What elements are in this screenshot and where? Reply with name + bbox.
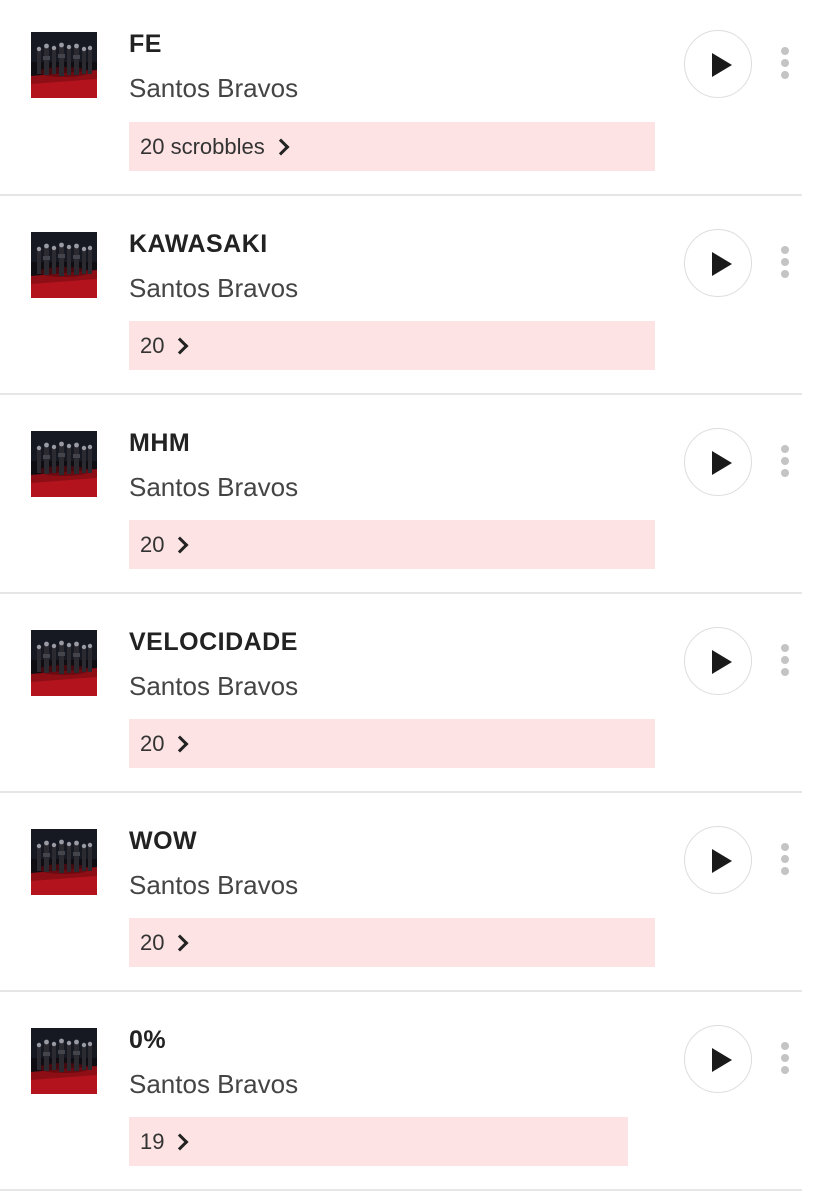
scrobble-count-bar[interactable]: 19 xyxy=(129,1117,628,1166)
album-cover[interactable] xyxy=(31,32,97,98)
more-options-button[interactable] xyxy=(774,642,796,680)
more-options-button[interactable] xyxy=(774,244,796,282)
play-button[interactable] xyxy=(684,826,752,894)
more-options-button[interactable] xyxy=(774,443,796,481)
track-artist[interactable]: Santos Bravos xyxy=(129,870,298,901)
chevron-right-icon xyxy=(171,934,189,952)
play-icon xyxy=(712,53,732,77)
track-row: WOW Santos Bravos 20 xyxy=(0,793,802,992)
more-vertical-icon xyxy=(781,843,789,851)
track-title[interactable]: MHM xyxy=(129,429,190,458)
more-vertical-icon xyxy=(781,1042,789,1050)
track-row: KAWASAKI Santos Bravos 20 xyxy=(0,196,802,395)
scrobble-count: 19 xyxy=(140,1128,165,1154)
album-cover[interactable] xyxy=(31,630,97,696)
play-icon xyxy=(712,849,732,873)
play-button[interactable] xyxy=(684,30,752,98)
play-button[interactable] xyxy=(684,1025,752,1093)
album-cover[interactable] xyxy=(31,431,97,497)
play-button[interactable] xyxy=(684,229,752,297)
track-title[interactable]: WOW xyxy=(129,827,197,856)
more-vertical-icon xyxy=(781,246,789,254)
chevron-right-icon xyxy=(272,138,290,156)
play-icon xyxy=(712,252,732,276)
track-artist[interactable]: Santos Bravos xyxy=(129,273,298,304)
scrobble-count: 20 scrobbles xyxy=(140,133,265,159)
track-artist[interactable]: Santos Bravos xyxy=(129,472,298,503)
track-title[interactable]: KAWASAKI xyxy=(129,230,268,259)
album-cover-image xyxy=(31,32,97,98)
album-cover-image xyxy=(31,829,97,895)
track-row: VELOCIDADE Santos Bravos 20 xyxy=(0,594,802,793)
chevron-right-icon xyxy=(171,735,189,753)
track-row: FE Santos Bravos 20 scrobbles xyxy=(0,0,802,196)
chevron-right-icon xyxy=(171,1133,189,1151)
scrobble-count: 20 xyxy=(140,332,165,358)
track-row: 0% Santos Bravos 19 xyxy=(0,992,802,1191)
more-options-button[interactable] xyxy=(774,45,796,83)
play-icon xyxy=(712,1048,732,1072)
more-options-button[interactable] xyxy=(774,1040,796,1078)
scrobble-count: 20 xyxy=(140,929,165,955)
chevron-right-icon xyxy=(171,536,189,554)
album-cover-image xyxy=(31,630,97,696)
play-button[interactable] xyxy=(684,627,752,695)
track-title[interactable]: FE xyxy=(129,30,162,59)
album-cover-image xyxy=(31,431,97,497)
play-button[interactable] xyxy=(684,428,752,496)
more-vertical-icon xyxy=(781,445,789,453)
track-title[interactable]: VELOCIDADE xyxy=(129,628,298,657)
scrobble-count: 20 xyxy=(140,730,165,756)
scrobble-count-bar[interactable]: 20 xyxy=(129,719,655,768)
scrobble-count-bar[interactable]: 20 xyxy=(129,520,655,569)
more-options-button[interactable] xyxy=(774,841,796,879)
scrobble-count: 20 xyxy=(140,531,165,557)
play-icon xyxy=(712,650,732,674)
track-artist[interactable]: Santos Bravos xyxy=(129,1069,298,1100)
scrobble-count-bar[interactable]: 20 scrobbles xyxy=(129,122,655,171)
scrobble-count-bar[interactable]: 20 xyxy=(129,321,655,370)
chevron-right-icon xyxy=(171,337,189,355)
track-row: MHM Santos Bravos 20 xyxy=(0,395,802,594)
album-cover[interactable] xyxy=(31,1028,97,1094)
play-icon xyxy=(712,451,732,475)
album-cover-image xyxy=(31,232,97,298)
track-artist[interactable]: Santos Bravos xyxy=(129,671,298,702)
album-cover[interactable] xyxy=(31,829,97,895)
album-cover-image xyxy=(31,1028,97,1094)
more-vertical-icon xyxy=(781,644,789,652)
track-list: FE Santos Bravos 20 scrobbles KAWASAKI S… xyxy=(0,0,833,1200)
more-vertical-icon xyxy=(781,47,789,55)
track-title[interactable]: 0% xyxy=(129,1026,166,1055)
album-cover[interactable] xyxy=(31,232,97,298)
track-artist[interactable]: Santos Bravos xyxy=(129,73,298,104)
scrobble-count-bar[interactable]: 20 xyxy=(129,918,655,967)
